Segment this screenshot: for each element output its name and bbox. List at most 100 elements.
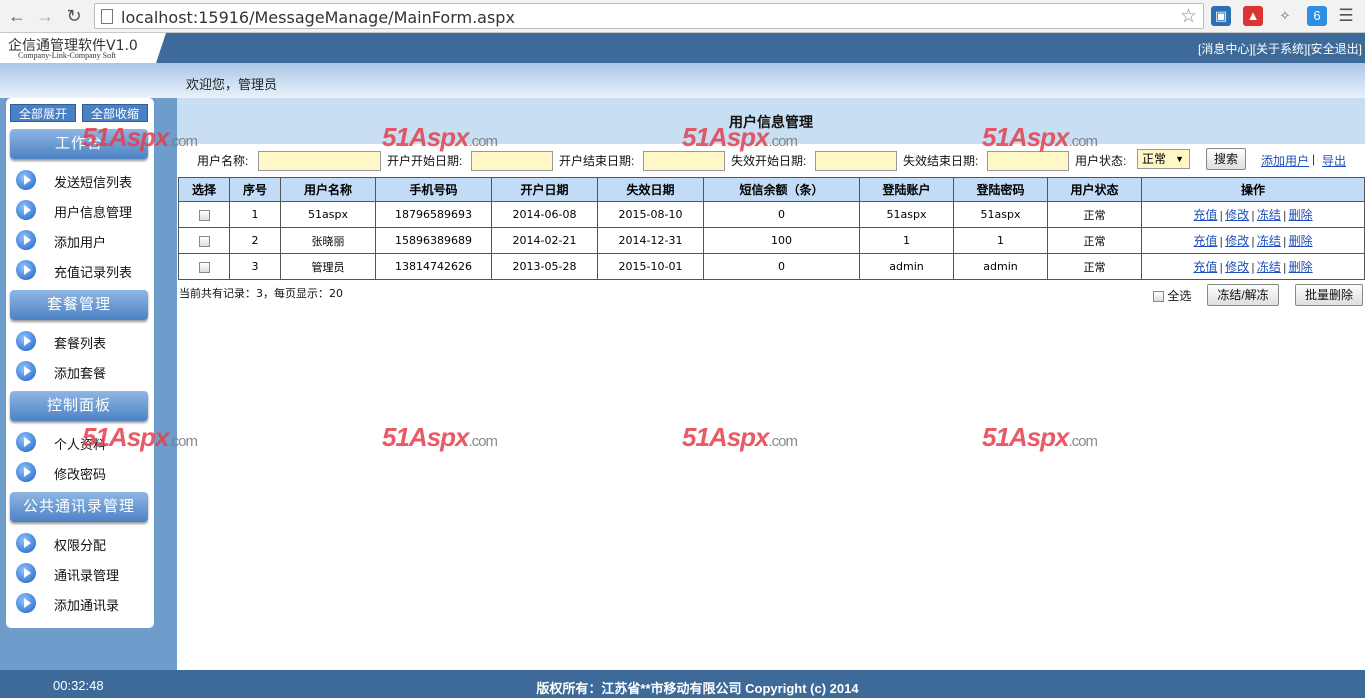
cell-expire-date: 2015-08-10: [597, 201, 704, 228]
link-separator: |: [1282, 235, 1287, 248]
status-label: 用户状态:: [1075, 154, 1127, 168]
record-summary: 当前共有记录：3，每页显示：20: [179, 287, 343, 300]
cell-name: 51aspx: [280, 201, 376, 228]
extension-red-icon[interactable]: ▲: [1243, 6, 1263, 26]
link-separator: |: [1219, 209, 1224, 222]
play-icon: [16, 230, 36, 250]
edit-link[interactable]: 修改: [1225, 234, 1249, 248]
play-icon: [16, 593, 36, 613]
menu-icon[interactable]: ☰: [1336, 6, 1356, 26]
main-content: 用户信息管理 用户名称: 开户开始日期: 开户结束日期: 失效开始日期: 失效结…: [177, 98, 1365, 668]
cell-actions: 充值 | 修改 | 冻结 | 删除: [1141, 253, 1365, 280]
sidebar-item-user-info[interactable]: 用户信息管理: [16, 199, 150, 221]
message-center-link[interactable]: [消息中心]: [1198, 42, 1253, 56]
group-control-panel[interactable]: 控制面板: [10, 391, 148, 421]
batch-delete-button[interactable]: 批量删除: [1295, 284, 1363, 306]
sidebar-item-contacts-manage[interactable]: 通讯录管理: [16, 562, 150, 584]
sidebar-item-add-user[interactable]: 添加用户: [16, 229, 150, 251]
reload-icon[interactable]: ↻: [63, 5, 85, 27]
table-row: 1 51aspx 18796589693 2014-06-08 2015-08-…: [178, 201, 1365, 228]
select-all-label: 全选: [1167, 289, 1192, 303]
freeze-link[interactable]: 冻结: [1257, 260, 1281, 274]
edit-link[interactable]: 修改: [1225, 208, 1249, 222]
expire-end-label: 失效结束日期:: [903, 154, 979, 168]
cell-balance: 0: [703, 253, 860, 280]
row-checkbox[interactable]: [198, 235, 210, 247]
cell-status: 正常: [1047, 227, 1142, 254]
export-link[interactable]: 导出: [1322, 152, 1346, 169]
play-icon: [16, 533, 36, 553]
group-workbench[interactable]: 工作台: [10, 129, 148, 159]
puzzle-icon[interactable]: ✧: [1275, 6, 1295, 26]
freeze-link[interactable]: 冻结: [1257, 234, 1281, 248]
expire-start-input[interactable]: [815, 151, 897, 171]
row-checkbox[interactable]: [198, 261, 210, 273]
col-balance: 短信余额（条）: [703, 177, 860, 202]
cell-no: 3: [229, 253, 281, 280]
username-input[interactable]: [258, 151, 381, 171]
cell-phone: 18796589693: [375, 201, 492, 228]
cell-open-date: 2014-06-08: [491, 201, 598, 228]
back-icon[interactable]: ←: [6, 5, 28, 27]
cell-no: 2: [229, 227, 281, 254]
table-row: 2 张晓丽 15896389689 2014-02-21 2014-12-31 …: [178, 227, 1365, 254]
cell-password: admin: [953, 253, 1048, 280]
recharge-link[interactable]: 充值: [1193, 234, 1217, 248]
row-checkbox[interactable]: [198, 209, 210, 221]
logout-link[interactable]: [安全退出]: [1307, 42, 1362, 56]
sidebar-item-add-package[interactable]: 添加套餐: [16, 360, 150, 382]
col-status: 用户状态: [1047, 177, 1142, 202]
sidebar-item-package-list[interactable]: 套餐列表: [16, 330, 150, 352]
footer: 00:32:48 版权所有：江苏省**市移动有限公司 Copyright (c)…: [0, 670, 1365, 698]
group-contacts[interactable]: 公共通讯录管理: [10, 492, 148, 522]
header-links: [消息中心][关于系统][安全退出]: [1198, 40, 1362, 57]
expire-start-label: 失效开始日期:: [731, 154, 807, 168]
search-button[interactable]: 搜索: [1206, 148, 1246, 170]
expand-all-button[interactable]: 全部展开: [10, 104, 76, 122]
extension-blue-icon[interactable]: 6: [1307, 6, 1327, 26]
app-subtitle: Company-Link-Company Soft: [18, 51, 116, 60]
address-bar[interactable]: localhost:15916/MessageManage/MainForm.a…: [94, 3, 1204, 29]
page-icon: [101, 9, 113, 24]
col-no: 序号: [229, 177, 281, 202]
freeze-link[interactable]: 冻结: [1257, 208, 1281, 222]
play-icon: [16, 432, 36, 452]
play-icon: [16, 563, 36, 583]
select-all-checkbox[interactable]: [1153, 291, 1164, 303]
bookmark-star-icon[interactable]: ☆: [1180, 5, 1197, 28]
sidebar-item-add-contact[interactable]: 添加通讯录: [16, 592, 150, 614]
cell-balance: 0: [703, 201, 860, 228]
recharge-link[interactable]: 充值: [1193, 208, 1217, 222]
open-start-input[interactable]: [471, 151, 553, 171]
expire-end-input[interactable]: [987, 151, 1069, 171]
page-title: 用户信息管理: [729, 114, 813, 130]
edit-link[interactable]: 修改: [1225, 260, 1249, 274]
group-packages[interactable]: 套餐管理: [10, 290, 148, 320]
dropdown-arrow-icon: ▼: [1175, 154, 1184, 164]
play-icon: [16, 361, 36, 381]
link-separator: |: [1219, 261, 1224, 274]
freeze-toggle-button[interactable]: 冻结/解冻: [1207, 284, 1279, 306]
delete-link[interactable]: 删除: [1289, 260, 1313, 274]
delete-link[interactable]: 删除: [1289, 208, 1313, 222]
open-start-label: 开户开始日期:: [387, 154, 463, 168]
add-user-link[interactable]: 添加用户: [1261, 152, 1309, 169]
delete-link[interactable]: 删除: [1289, 234, 1313, 248]
open-end-input[interactable]: [643, 151, 725, 171]
sidebar-item-permissions[interactable]: 权限分配: [16, 532, 150, 554]
extension-image-icon[interactable]: ▣: [1211, 6, 1231, 26]
cell-phone: 15896389689: [375, 227, 492, 254]
about-system-link[interactable]: [关于系统]: [1253, 42, 1308, 56]
sidebar-item-send-sms-list[interactable]: 发送短信列表: [16, 169, 150, 191]
forward-icon[interactable]: →: [34, 5, 56, 27]
sidebar-item-profile[interactable]: 个人资料: [16, 431, 150, 453]
recharge-link[interactable]: 充值: [1193, 260, 1217, 274]
username-label: 用户名称:: [197, 154, 249, 168]
link-separator: |: [1251, 261, 1255, 274]
status-select[interactable]: 正常 ▼: [1137, 149, 1190, 169]
collapse-all-button[interactable]: 全部收缩: [82, 104, 148, 122]
copyright: 版权所有：江苏省**市移动有限公司 Copyright (c) 2014: [536, 681, 859, 696]
sidebar-item-change-password[interactable]: 修改密码: [16, 461, 150, 483]
sidebar-item-recharge-records[interactable]: 充值记录列表: [16, 259, 150, 281]
select-all[interactable]: 全选: [1153, 287, 1191, 304]
